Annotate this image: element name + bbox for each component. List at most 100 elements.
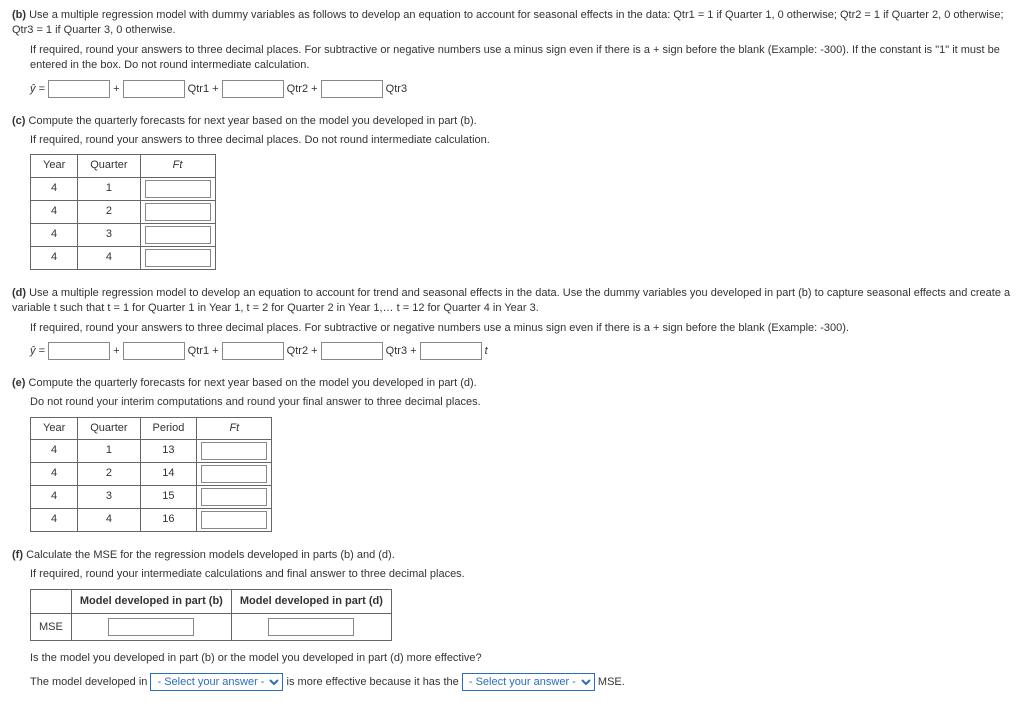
empty-header (31, 589, 72, 613)
t-label: t (485, 345, 488, 357)
c-ft-input-1[interactable] (145, 180, 211, 198)
part-e-text2: Do not round your interim computations a… (30, 395, 1012, 410)
part-d: (d) Use a multiple regression model to d… (12, 286, 1012, 360)
cell-period: 13 (140, 440, 197, 463)
part-d-line1: (d) Use a multiple regression model to d… (12, 286, 1012, 317)
part-c-line1: (c) Compute the quarterly forecasts for … (12, 114, 1012, 129)
cell-ft (197, 440, 272, 463)
b-coef2-input[interactable] (222, 80, 284, 98)
col-quarter: Quarter (78, 155, 140, 177)
part-b-text1: Use a multiple regression model with dum… (12, 9, 1004, 36)
part-c-table: Year Quarter Ft 4 1 4 2 4 3 4 4 (30, 154, 216, 269)
col-year: Year (31, 155, 78, 177)
col-model-d: Model developed in part (d) (231, 589, 391, 613)
cell-year: 4 (31, 246, 78, 269)
cell-mse-b (71, 614, 231, 641)
cell-year: 4 (31, 486, 78, 509)
table-header-row: Model developed in part (b) Model develo… (31, 589, 392, 613)
qtr1-label: Qtr1 + (188, 82, 219, 94)
table-row: 4 3 15 (31, 486, 272, 509)
d-coef1-input[interactable] (123, 342, 185, 360)
col-model-b: Model developed in part (b) (71, 589, 231, 613)
q2-text-a: The model developed in (30, 676, 147, 688)
cell-quarter: 4 (78, 509, 140, 532)
yhat-label: ŷ = (30, 345, 45, 357)
cell-mse-d (231, 614, 391, 641)
c-ft-input-3[interactable] (145, 226, 211, 244)
e-ft-input-3[interactable] (201, 488, 267, 506)
e-ft-input-1[interactable] (201, 442, 267, 460)
table-row: 4 2 14 (31, 463, 272, 486)
part-f: (f) Calculate the MSE for the regression… (12, 548, 1012, 691)
part-f-line1: (f) Calculate the MSE for the regression… (12, 548, 1012, 563)
part-b-label: (b) (12, 9, 26, 21)
cell-year: 4 (31, 440, 78, 463)
part-f-label: (f) (12, 549, 23, 561)
part-d-label: (d) (12, 287, 26, 299)
mse-table: Model developed in part (b) Model develo… (30, 589, 392, 641)
table-row: 4 2 (31, 200, 216, 223)
part-b: (b) Use a multiple regression model with… (12, 8, 1012, 98)
q2-text-b: is more effective because it has the (287, 676, 459, 688)
col-quarter: Quarter (78, 417, 140, 439)
part-d-text2: If required, round your answers to three… (30, 321, 1012, 336)
mse-d-input[interactable] (268, 618, 354, 636)
table-row: 4 3 (31, 223, 216, 246)
part-d-equation: ŷ = + Qtr1 + Qtr2 + Qtr3 + t (30, 342, 1012, 360)
d-coef3-input[interactable] (321, 342, 383, 360)
cell-ft (140, 200, 215, 223)
qtr1-label: Qtr1 + (188, 345, 219, 357)
cell-period: 14 (140, 463, 197, 486)
table-row: MSE (31, 614, 392, 641)
col-ft: Ft (197, 417, 272, 439)
d-coef2-input[interactable] (222, 342, 284, 360)
cell-quarter: 4 (78, 246, 140, 269)
c-ft-input-2[interactable] (145, 203, 211, 221)
col-year: Year (31, 417, 78, 439)
cell-year: 4 (31, 223, 78, 246)
effectiveness-q2: The model developed in - Select your ans… (30, 673, 1012, 691)
part-c-text2: If required, round your answers to three… (30, 133, 1012, 148)
cell-quarter: 3 (78, 486, 140, 509)
select-criterion[interactable]: - Select your answer - (462, 673, 595, 691)
b-coef1-input[interactable] (123, 80, 185, 98)
cell-period: 15 (140, 486, 197, 509)
qtr3-label: Qtr3 + (386, 345, 417, 357)
b-coef3-input[interactable] (321, 80, 383, 98)
part-c-label: (c) (12, 115, 25, 127)
part-b-text2: If required, round your answers to three… (30, 43, 1012, 74)
cell-year: 4 (31, 509, 78, 532)
qtr2-label: Qtr2 + (287, 82, 318, 94)
part-e-table: Year Quarter Period Ft 4 1 13 4 2 14 4 3… (30, 417, 272, 532)
table-header-row: Year Quarter Ft (31, 155, 216, 177)
table-row: 4 4 16 (31, 509, 272, 532)
cell-ft (197, 509, 272, 532)
b-coef0-input[interactable] (48, 80, 110, 98)
col-period: Period (140, 417, 197, 439)
cell-year: 4 (31, 463, 78, 486)
part-b-line1: (b) Use a multiple regression model with… (12, 8, 1012, 39)
yhat-label: ŷ = (30, 82, 45, 94)
part-f-text1: Calculate the MSE for the regression mod… (26, 549, 395, 561)
d-coef4-input[interactable] (420, 342, 482, 360)
cell-ft (197, 486, 272, 509)
cell-ft (140, 177, 215, 200)
select-model[interactable]: - Select your answer - (150, 673, 283, 691)
mse-b-input[interactable] (108, 618, 194, 636)
cell-quarter: 3 (78, 223, 140, 246)
e-ft-input-2[interactable] (201, 465, 267, 483)
plus-label: + (113, 82, 119, 94)
e-ft-input-4[interactable] (201, 511, 267, 529)
part-e: (e) Compute the quarterly forecasts for … (12, 376, 1012, 532)
plus-label: + (113, 345, 119, 357)
d-coef0-input[interactable] (48, 342, 110, 360)
cell-ft (140, 223, 215, 246)
cell-quarter: 2 (78, 200, 140, 223)
part-c: (c) Compute the quarterly forecasts for … (12, 114, 1012, 270)
cell-quarter: 1 (78, 440, 140, 463)
part-f-text2: If required, round your intermediate cal… (30, 567, 1012, 582)
qtr2-label: Qtr2 + (287, 345, 318, 357)
cell-ft (140, 246, 215, 269)
c-ft-input-4[interactable] (145, 249, 211, 267)
table-row: 4 1 13 (31, 440, 272, 463)
